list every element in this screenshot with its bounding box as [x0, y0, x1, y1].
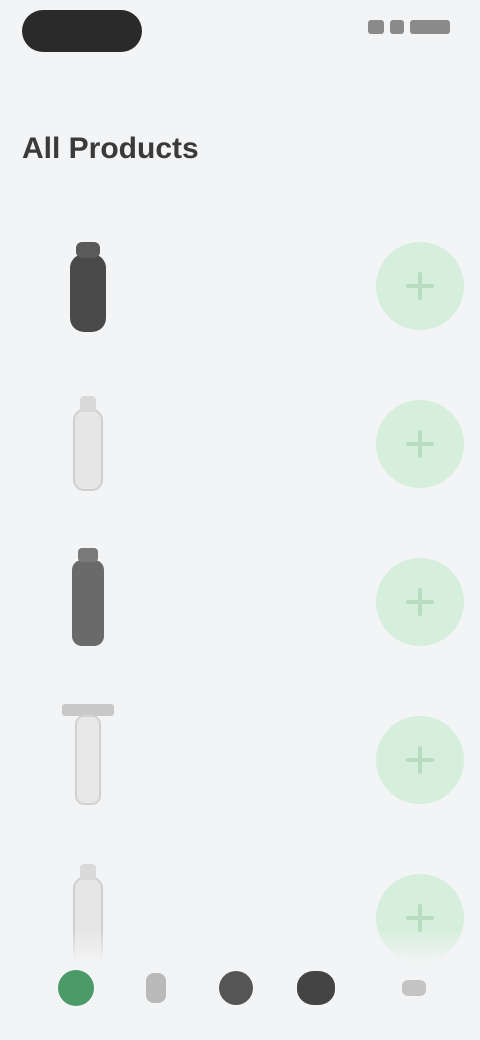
plus-icon	[406, 746, 434, 774]
product-list	[0, 204, 480, 994]
add-to-cart-button[interactable]	[376, 400, 464, 488]
status-bar	[0, 0, 480, 66]
status-icons	[368, 20, 450, 34]
product-item[interactable]	[0, 204, 480, 362]
plus-icon	[406, 272, 434, 300]
plus-icon	[406, 430, 434, 458]
search-icon	[146, 973, 166, 1003]
plus-icon	[406, 904, 434, 932]
product-text	[168, 578, 358, 580]
plus-icon	[406, 588, 434, 616]
dark-tube-icon	[48, 540, 128, 660]
status-time-pill	[22, 10, 142, 52]
product-item[interactable]	[0, 520, 480, 678]
light-dropper-icon	[48, 698, 128, 818]
dark-bottle-icon	[48, 224, 128, 344]
profile-icon	[297, 971, 335, 1005]
bottom-navigation	[0, 930, 480, 1040]
product-item[interactable]	[0, 678, 480, 836]
cart-icon	[219, 971, 253, 1005]
product-text	[168, 420, 358, 422]
add-to-cart-button[interactable]	[376, 716, 464, 804]
add-to-cart-button[interactable]	[376, 558, 464, 646]
wifi-icon	[390, 20, 404, 34]
nav-search[interactable]	[128, 960, 184, 1016]
product-text	[168, 894, 358, 896]
home-icon	[58, 970, 94, 1006]
nav-cart[interactable]	[208, 960, 264, 1016]
add-to-cart-button[interactable]	[376, 242, 464, 330]
signal-icon	[368, 20, 384, 34]
battery-icon	[410, 20, 450, 34]
page-title: All Products	[22, 132, 199, 165]
light-bottle-icon	[48, 382, 128, 502]
nav-more[interactable]	[386, 960, 442, 1016]
nav-profile[interactable]	[288, 960, 344, 1016]
product-text	[168, 262, 358, 264]
product-item[interactable]	[0, 362, 480, 520]
more-icon	[402, 980, 426, 996]
nav-home[interactable]	[48, 960, 104, 1016]
product-text	[168, 736, 358, 738]
